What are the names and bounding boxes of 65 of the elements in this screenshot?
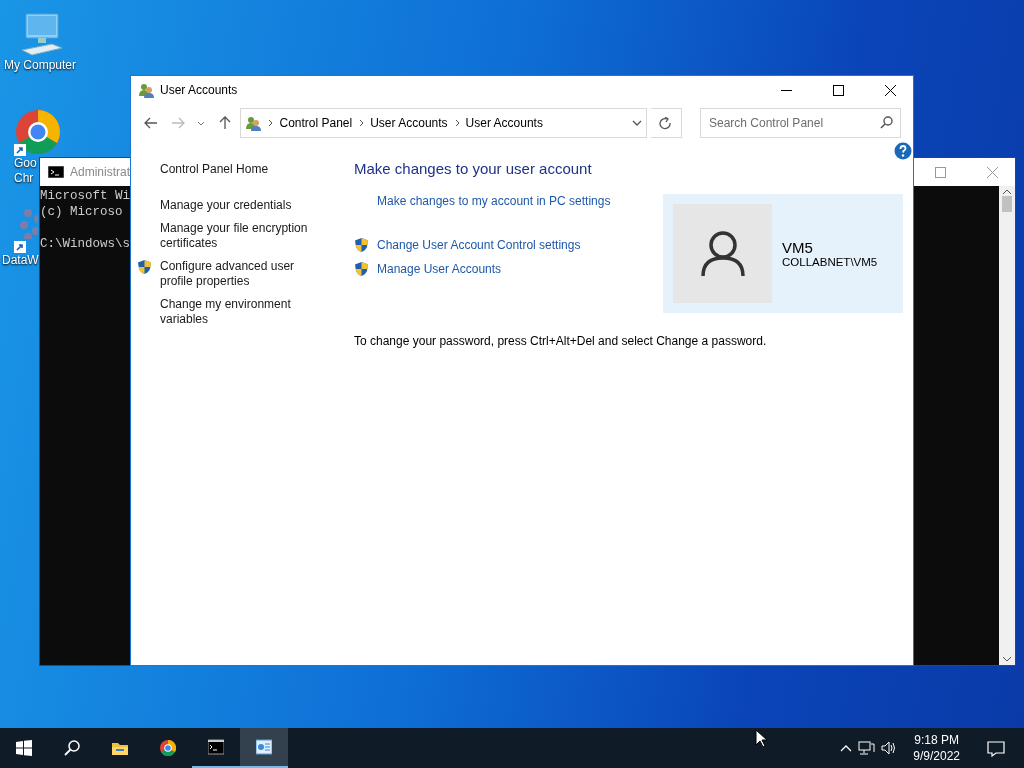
search-icon[interactable] [64, 740, 80, 756]
users-icon [138, 82, 154, 98]
icon-label: Goo [14, 156, 37, 171]
taskbar-button[interactable] [240, 728, 288, 768]
scrollbar[interactable] [999, 186, 1015, 665]
page-heading: Make changes to your user account [354, 159, 593, 179]
help-icon[interactable] [894, 142, 912, 160]
sidebar-link[interactable]: Change my environment variables [160, 297, 310, 327]
forward-icon [170, 116, 185, 130]
sidebar-link[interactable]: Manage your file encryption certificates [160, 221, 310, 251]
window-title: User Accounts [160, 83, 238, 97]
chrome-icon[interactable] [160, 740, 176, 756]
chevron-icon [358, 119, 365, 127]
back-icon [143, 116, 158, 130]
up-icon [217, 116, 232, 130]
clock-time: 9:18 PM [914, 732, 959, 748]
icon-label: Chr [14, 171, 34, 186]
users-icon [245, 115, 262, 131]
breadcrumb-item[interactable]: User Accounts [465, 116, 543, 130]
console-text: C:\Windows\s [40, 236, 130, 252]
address-bar[interactable]: Control Panel User Accounts User Accounts [240, 108, 647, 138]
clock[interactable]: 9:18 PM 9/9/2022 [903, 732, 970, 764]
clock-date: 9/9/2022 [913, 748, 960, 764]
close-icon [986, 166, 998, 178]
icon-label: DataW [2, 253, 39, 268]
scroll-up-icon [1002, 188, 1012, 196]
breadcrumb-item[interactable]: Control Panel [279, 116, 353, 130]
task-link[interactable]: Make changes to my account in PC settings [377, 194, 611, 209]
sidebar-link[interactable]: Configure advanced user profile properties [160, 259, 310, 289]
maximize-icon [934, 166, 946, 178]
volume-button[interactable] [881, 740, 898, 756]
account-domain: COLLABNET\VM5 [782, 256, 878, 268]
console-icon [48, 166, 64, 178]
maximize-icon [832, 84, 844, 96]
dropdown-icon [631, 119, 642, 127]
task-link[interactable]: Manage User Accounts [377, 261, 502, 277]
window-title: Administrat [70, 165, 131, 179]
chevron-icon [267, 119, 274, 127]
folder-icon[interactable] [112, 740, 128, 756]
console-icon[interactable] [208, 739, 224, 755]
task-link[interactable]: Change User Account Control settings [377, 237, 581, 253]
volume-icon [881, 740, 898, 756]
network-button[interactable] [858, 740, 876, 756]
sidebar-link[interactable]: Manage your credentials [160, 198, 310, 213]
scroll-thumb[interactable] [1002, 196, 1012, 212]
console-text: Microsoft Wi [40, 188, 130, 204]
control-panel-icon[interactable] [256, 739, 272, 755]
search-field[interactable]: Search Control Panel [700, 108, 901, 138]
person-icon [700, 229, 745, 278]
sidebar-link[interactable]: Control Panel Home [160, 162, 310, 177]
refresh-button[interactable] [650, 108, 682, 138]
console-text: (c) Microso [40, 204, 123, 220]
chevron-icon [453, 119, 460, 127]
password-note: To change your password, press Ctrl+Alt+Del and select Change a password. [354, 334, 768, 348]
refresh-icon [659, 116, 673, 130]
icon-label: My Computer [4, 58, 76, 73]
close-icon [884, 84, 896, 96]
scroll-down-icon [1002, 655, 1012, 663]
account-name: VM5 [782, 239, 814, 256]
search-icon [880, 116, 893, 129]
breadcrumb-item[interactable]: User Accounts [370, 116, 448, 130]
mouse-cursor-icon [755, 729, 768, 748]
notification-icon [987, 739, 1005, 757]
network-icon [858, 740, 876, 756]
windows-logo-icon[interactable] [16, 740, 32, 756]
